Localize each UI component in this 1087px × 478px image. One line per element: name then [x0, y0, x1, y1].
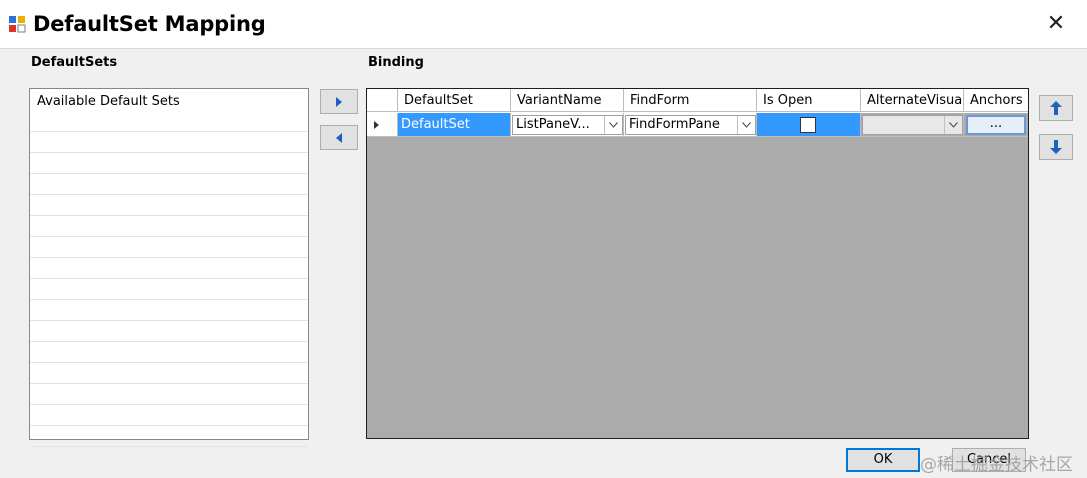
chevron-down-icon[interactable] [604, 116, 622, 134]
binding-label: Binding [368, 55, 424, 70]
chevron-down-icon[interactable] [944, 116, 962, 134]
cell-is-open[interactable] [757, 113, 861, 137]
findform-value: FindFormPane [629, 117, 720, 132]
column-header-findform[interactable]: FindForm [624, 89, 757, 112]
arrow-up-icon [1050, 101, 1062, 115]
list-item[interactable] [30, 258, 308, 279]
list-item[interactable] [30, 279, 308, 300]
list-item[interactable] [30, 321, 308, 342]
cell-alternatevisual[interactable] [861, 113, 964, 137]
list-item[interactable] [30, 216, 308, 237]
arrow-down-icon [1050, 140, 1062, 154]
move-down-button[interactable] [1039, 134, 1073, 160]
list-item[interactable] [30, 342, 308, 363]
move-up-button[interactable] [1039, 95, 1073, 121]
binding-grid[interactable]: DefaultSet VariantName FindForm Is Open … [366, 88, 1029, 439]
alternatevisual-combo[interactable] [862, 115, 963, 135]
cell-defaultset[interactable]: DefaultSet [398, 113, 511, 137]
row-header-corner [367, 89, 398, 112]
arrow-left-icon [336, 132, 342, 143]
title-bar: DefaultSet Mapping ✕ [0, 0, 1087, 49]
arrow-right-icon [336, 96, 342, 107]
list-item[interactable] [30, 363, 308, 384]
list-item[interactable] [30, 426, 308, 447]
remove-defaultset-button[interactable] [320, 125, 358, 150]
column-header-is-open[interactable]: Is Open [757, 89, 861, 112]
list-item[interactable] [30, 405, 308, 426]
variantname-combo[interactable]: ListPaneV... [512, 115, 623, 135]
list-item[interactable] [30, 237, 308, 258]
column-header-alternatevisual[interactable]: AlternateVisual [861, 89, 964, 112]
cell-variantname[interactable]: ListPaneV... [511, 113, 624, 137]
column-header-defaultset[interactable]: DefaultSet [398, 89, 511, 112]
column-header-anchors[interactable]: Anchors [964, 89, 1028, 112]
current-row-icon [374, 121, 379, 129]
column-header-variantname[interactable]: VariantName [511, 89, 624, 112]
variantname-value: ListPaneV... [516, 117, 590, 132]
close-icon: ✕ [1046, 11, 1066, 36]
findform-combo[interactable]: FindFormPane [625, 115, 756, 135]
cell-anchors[interactable]: ... [964, 113, 1028, 137]
add-defaultset-button[interactable] [320, 89, 358, 114]
window-title: DefaultSet Mapping [33, 12, 266, 36]
app-icon [9, 16, 26, 33]
anchors-button[interactable]: ... [966, 115, 1026, 135]
table-row[interactable]: DefaultSet ListPaneV... FindFormPane ... [367, 113, 1028, 137]
is-open-checkbox[interactable] [800, 117, 816, 133]
ok-button[interactable]: OK [846, 448, 920, 472]
list-header: Available Default Sets [37, 94, 180, 109]
row-header[interactable] [367, 113, 398, 137]
list-item[interactable] [30, 195, 308, 216]
close-button[interactable]: ✕ [1040, 8, 1072, 40]
watermark: @稀土掘金技术社区 [920, 455, 1073, 475]
list-item[interactable] [30, 384, 308, 405]
grid-header: DefaultSet VariantName FindForm Is Open … [367, 89, 1028, 113]
chevron-down-icon[interactable] [737, 116, 755, 134]
list-item[interactable] [30, 174, 308, 195]
defaultsets-label: DefaultSets [31, 55, 118, 70]
cell-findform[interactable]: FindFormPane [624, 113, 757, 137]
list-item[interactable] [30, 132, 308, 153]
list-item[interactable] [30, 153, 308, 174]
list-item[interactable] [30, 300, 308, 321]
available-defaultsets-list[interactable]: Available Default Sets [29, 88, 309, 447]
list-item[interactable] [30, 111, 308, 132]
